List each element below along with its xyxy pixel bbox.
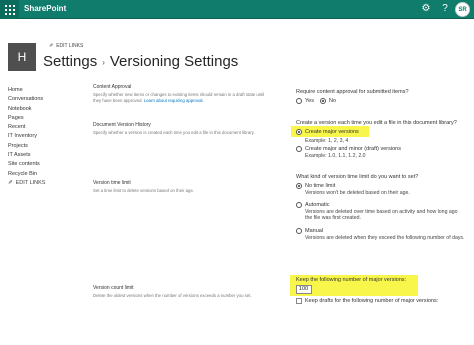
sidebar-item-notebook[interactable]: Notebook: [8, 105, 45, 114]
time-limit-question: What kind of version time limit do you w…: [296, 174, 419, 180]
count-limit-description: Delete the oldest versions when the numb…: [93, 293, 252, 298]
content-approval-description: Specify whether new items or changes to …: [93, 92, 273, 103]
automatic-radio[interactable]: [296, 202, 302, 208]
no-time-limit-desc: Versions won't be deleted based on their…: [305, 190, 410, 196]
option-major-versions: Create major versions: [296, 129, 359, 135]
major-versions-label[interactable]: Create major versions: [305, 129, 359, 135]
pencil-icon: ✎: [8, 179, 13, 186]
pencil-icon: ✎: [49, 43, 54, 49]
count-limit-label: Version count limit: [93, 285, 134, 291]
edit-links-label: EDIT LINKS: [15, 179, 46, 186]
learn-approval-link[interactable]: Learn about requiring approval.: [144, 98, 204, 103]
sidebar-item-recycle-bin[interactable]: Recycle Bin: [8, 170, 45, 179]
sidebar-item-it-inventory[interactable]: IT Inventory: [8, 132, 45, 141]
major-versions-input[interactable]: 100: [296, 285, 312, 294]
major-versions-example: Example: 1, 2, 3, 4: [305, 138, 349, 144]
suite-bar-divider: [0, 18, 474, 19]
approval-question: Require content approval for submitted i…: [296, 89, 409, 95]
sidebar-item-projects[interactable]: Projects: [8, 142, 45, 151]
title-versioning: Versioning Settings: [109, 53, 239, 70]
page-title: Settings › Versioning Settings: [43, 53, 238, 70]
manual-radio[interactable]: [296, 228, 302, 234]
keep-drafts-label: Keep drafts for the following number of …: [305, 298, 439, 304]
approval-yes-radio[interactable]: [296, 98, 302, 104]
version-history-label: Document Version History: [93, 122, 151, 128]
keep-drafts-checkbox[interactable]: [296, 298, 302, 304]
approval-no-label[interactable]: No: [329, 98, 336, 104]
edit-links-sidebar[interactable]: ✎ EDIT LINKS: [8, 179, 45, 188]
sidebar-item-site-contents[interactable]: Site contents: [8, 160, 45, 169]
site-logo[interactable]: H: [8, 43, 36, 71]
sidebar-item-conversations[interactable]: Conversations: [8, 95, 45, 104]
major-minor-example: Example: 1.0, 1.1, 1.2, 2.0: [305, 153, 366, 159]
content-approval-label: Content Approval: [93, 84, 132, 90]
waffle-icon[interactable]: [0, 0, 19, 19]
option-automatic: Automatic: [296, 202, 329, 208]
keep-major-label: Keep the following number of major versi…: [296, 277, 407, 283]
major-minor-label[interactable]: Create major and minor (draft) versions: [305, 146, 401, 152]
time-limit-description: Set a time limit to delete versions base…: [93, 188, 195, 193]
major-minor-radio[interactable]: [296, 146, 302, 152]
approval-no-radio[interactable]: [319, 98, 326, 104]
automatic-desc: Versions are deleted over time based on …: [305, 209, 458, 222]
gear-icon[interactable]: ⚙: [420, 3, 432, 15]
approval-options: Yes No: [296, 98, 336, 104]
no-time-limit-radio[interactable]: [296, 183, 302, 189]
option-no-time-limit: No time limit: [296, 183, 335, 189]
no-time-limit-label[interactable]: No time limit: [305, 183, 335, 189]
title-settings[interactable]: Settings: [43, 53, 97, 70]
automatic-label[interactable]: Automatic: [305, 202, 329, 208]
edit-links-label: EDIT LINKS: [56, 43, 84, 49]
breadcrumb-separator: ›: [102, 57, 105, 67]
sidebar-item-recent[interactable]: Recent: [8, 123, 45, 132]
app-name[interactable]: SharePoint: [24, 4, 66, 13]
help-icon[interactable]: ?: [439, 3, 451, 15]
option-major-minor-versions: Create major and minor (draft) versions: [296, 146, 401, 152]
sidebar-item-it-assets[interactable]: IT Assets: [8, 151, 45, 160]
quick-launch: Home Conversations Notebook Pages Recent…: [8, 86, 45, 188]
suite-bar: [0, 0, 474, 19]
approval-yes-label[interactable]: Yes: [305, 98, 314, 104]
sidebar-item-pages[interactable]: Pages: [8, 114, 45, 123]
option-manual: Manual: [296, 228, 323, 234]
sidebar-item-home[interactable]: Home: [8, 86, 45, 95]
manual-desc: Versions are deleted when they exceed th…: [305, 235, 465, 241]
major-versions-radio[interactable]: [296, 129, 302, 135]
avatar[interactable]: SR: [455, 2, 470, 17]
version-history-description: Specify whether a version is created eac…: [93, 130, 255, 135]
edit-links-top[interactable]: ✎ EDIT LINKS: [49, 43, 83, 49]
manual-label[interactable]: Manual: [305, 228, 323, 234]
time-limit-label: Version time limit: [93, 180, 131, 186]
